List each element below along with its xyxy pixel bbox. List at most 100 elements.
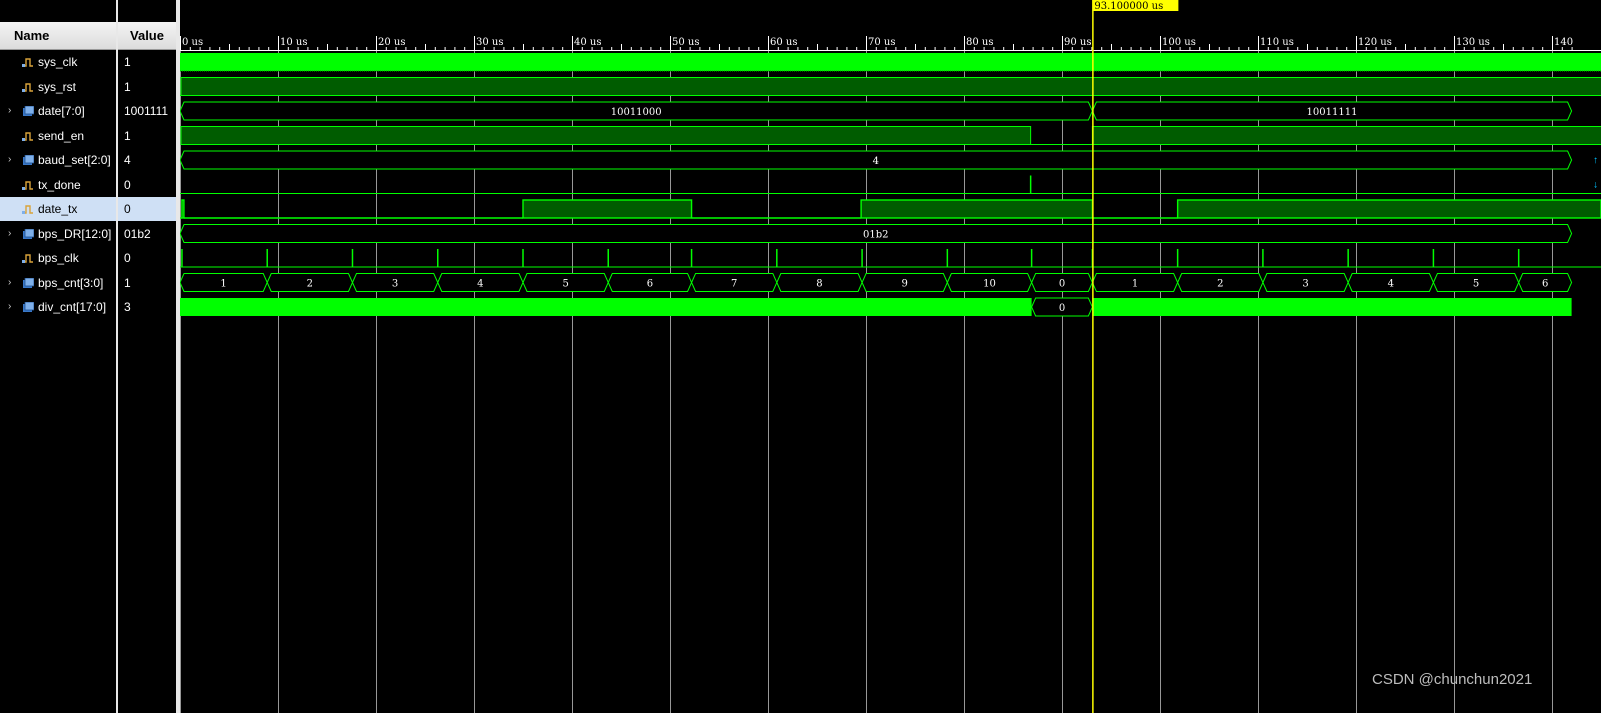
send-en-high-region-2 bbox=[1091, 126, 1601, 145]
signal-row-bps-clk[interactable]: bps_clk bbox=[0, 246, 116, 270]
div-cnt-value-label: 0 bbox=[1059, 303, 1065, 314]
bps-cnt-wave-value-label: 6 bbox=[647, 279, 653, 290]
bps-cnt-wave-value-label: 5 bbox=[1473, 279, 1479, 290]
bps-cnt-wave-value-label: 3 bbox=[392, 279, 398, 290]
bps-cnt-wave-value-label: 7 bbox=[731, 279, 737, 290]
ruler-tick-label: 80 us bbox=[966, 37, 993, 48]
signal-row-tx-done[interactable]: tx_done bbox=[0, 173, 116, 197]
bus-signal-icon bbox=[23, 106, 34, 116]
signal-row-sys-rst[interactable]: sys_rst bbox=[0, 75, 116, 99]
bps-cnt-wave-value-label: 3 bbox=[1302, 279, 1308, 290]
wire-signal-icon bbox=[22, 82, 33, 92]
wire-signal-icon bbox=[22, 205, 33, 214]
ruler-tick-label: 120 us bbox=[1358, 37, 1392, 48]
bps-cnt-wave-value-label: 0 bbox=[1059, 279, 1065, 290]
ruler-tick-label: 60 us bbox=[770, 37, 797, 48]
signal-name-label: bps_cnt[3:0] bbox=[38, 275, 104, 290]
signal-value-cell: 0 bbox=[124, 177, 131, 192]
expand-chevron-icon[interactable]: › bbox=[8, 295, 11, 319]
wire-signal-icon bbox=[22, 58, 33, 67]
wire-signal-icon bbox=[22, 180, 33, 190]
sys-rst-wave bbox=[180, 77, 1601, 96]
expand-chevron-icon[interactable]: › bbox=[8, 148, 11, 172]
watermark: CSDN @chunchun2021 bbox=[1372, 671, 1533, 688]
wire-signal-icon bbox=[22, 254, 33, 263]
date-tx-high-segment bbox=[860, 199, 1094, 219]
signal-row-send-en[interactable]: send_en bbox=[0, 124, 116, 148]
signal-name-label: send_en bbox=[38, 128, 85, 143]
signal-name-label: tx_done bbox=[38, 177, 81, 192]
ruler-tick-label: 100 us bbox=[1162, 37, 1196, 48]
signal-name-label: bps_clk bbox=[38, 251, 79, 265]
bps-cnt-wave-value-label: 9 bbox=[902, 279, 908, 290]
signal-name-label: date_tx bbox=[38, 202, 78, 216]
bus-signal-icon bbox=[23, 302, 34, 312]
baud-set-wave-value-label: 4 bbox=[873, 156, 879, 167]
bps-dr-wave-value-label: 01b2 bbox=[863, 230, 889, 241]
signal-name-label: bps_DR[12:0] bbox=[38, 226, 112, 241]
ruler-tick-label: 90 us bbox=[1064, 37, 1091, 48]
expand-chevron-icon[interactable]: › bbox=[8, 99, 11, 123]
signal-value-cell: 1 bbox=[124, 275, 131, 290]
send-en-high-region bbox=[180, 126, 1032, 145]
signal-row-sys-clk[interactable]: sys_clk bbox=[0, 50, 116, 74]
ruler-tick-label: 40 us bbox=[574, 37, 601, 48]
signal-value-cell: 01b2 bbox=[124, 226, 151, 241]
signal-value-cell: 1 bbox=[124, 128, 131, 143]
bps-cnt-wave-value-label: 10 bbox=[983, 279, 996, 290]
bps-cnt-wave-value-label: 1 bbox=[1132, 279, 1138, 290]
bus-signal-icon bbox=[23, 228, 34, 239]
signal-row-date-tx[interactable]: date_tx bbox=[0, 197, 116, 221]
signal-name-panel: Name sys_clk sys_rst › date[7:0] send_en › bau… bbox=[0, 0, 116, 713]
cursor-time-label: 93.100000 us bbox=[1094, 1, 1163, 12]
expand-chevron-icon[interactable]: › bbox=[8, 271, 11, 295]
signal-name-label: div_cnt[17:0] bbox=[38, 300, 107, 314]
date-wave-value-label: 10011000 bbox=[611, 107, 662, 118]
signal-value-cell: 3 bbox=[124, 300, 131, 314]
bps-cnt-wave-value-label: 2 bbox=[1217, 279, 1223, 290]
ruler-tick-label: 70 us bbox=[868, 37, 895, 48]
bus-signal-icon bbox=[23, 277, 34, 288]
ruler-tick-label: 30 us bbox=[476, 37, 503, 48]
value-column-header[interactable]: Value bbox=[118, 22, 176, 50]
ruler-tick-label: 130 us bbox=[1456, 37, 1490, 48]
bps-cnt-wave-value-label: 4 bbox=[477, 279, 483, 290]
signal-row-div-cnt[interactable]: › div_cnt[17:0] bbox=[0, 295, 116, 319]
div-cnt-dense-region bbox=[180, 298, 1032, 316]
bus-signal-icon bbox=[23, 155, 34, 165]
signal-row-baud-set[interactable]: › baud_set[2:0] bbox=[0, 148, 116, 172]
scroll-up-marker-icon: ↑ bbox=[1593, 155, 1598, 166]
ruler-tick-label: 110 us bbox=[1260, 37, 1294, 48]
ruler-tick-label: 0 us bbox=[182, 37, 203, 48]
date-tx-high-segment bbox=[522, 199, 693, 219]
waveform-canvas[interactable]: 0 us 10 us 20 us 30 us 40 us 50 us 60 us 70 us 8… bbox=[180, 0, 1601, 713]
bps-cnt-wave-value-label: 1 bbox=[220, 279, 226, 290]
name-column-header[interactable]: Name bbox=[0, 22, 116, 50]
ruler-tick-label: 140 bbox=[1554, 37, 1573, 48]
bps-cnt-wave-value-label: 8 bbox=[816, 279, 822, 290]
signal-row-bps-DR[interactable]: › bps_DR[12:0] bbox=[0, 222, 116, 246]
date-wave-value-label: 10011111 bbox=[1307, 107, 1358, 118]
signal-name-label: sys_rst bbox=[38, 79, 77, 94]
date-tx-high-segment bbox=[181, 199, 185, 219]
bps-cnt-wave-value-label: 5 bbox=[562, 279, 568, 290]
wire-signal-icon bbox=[22, 131, 33, 141]
signal-value-cell: 1 bbox=[124, 55, 131, 69]
scroll-down-marker-icon: ↓ bbox=[1593, 180, 1598, 191]
date-tx-high-segment bbox=[1176, 199, 1601, 219]
sys-clk-wave bbox=[180, 53, 1601, 71]
waveform-panel[interactable]: 0 us 10 us 20 us 30 us 40 us 50 us 60 us 70 us 8… bbox=[180, 0, 1601, 713]
signal-value-cell: 1 bbox=[124, 79, 131, 94]
signal-row-bps-cnt[interactable]: › bps_cnt[3:0] bbox=[0, 271, 116, 295]
signal-name-label: sys_clk bbox=[38, 55, 78, 69]
signal-row-date[interactable]: › date[7:0] bbox=[0, 99, 116, 123]
signal-value-cell: 1001111 bbox=[124, 104, 169, 118]
signal-value-cell: 0 bbox=[118, 197, 176, 221]
bps-cnt-wave-value-label: 2 bbox=[307, 279, 313, 290]
signal-name-label: baud_set[2:0] bbox=[38, 153, 111, 167]
ruler-tick-label: 50 us bbox=[672, 37, 699, 48]
expand-chevron-icon[interactable]: › bbox=[8, 222, 11, 246]
signal-name-label: date[7:0] bbox=[38, 104, 85, 118]
div-cnt-dense-region bbox=[1092, 298, 1572, 316]
bps-cnt-wave-value-label: 4 bbox=[1388, 279, 1394, 290]
